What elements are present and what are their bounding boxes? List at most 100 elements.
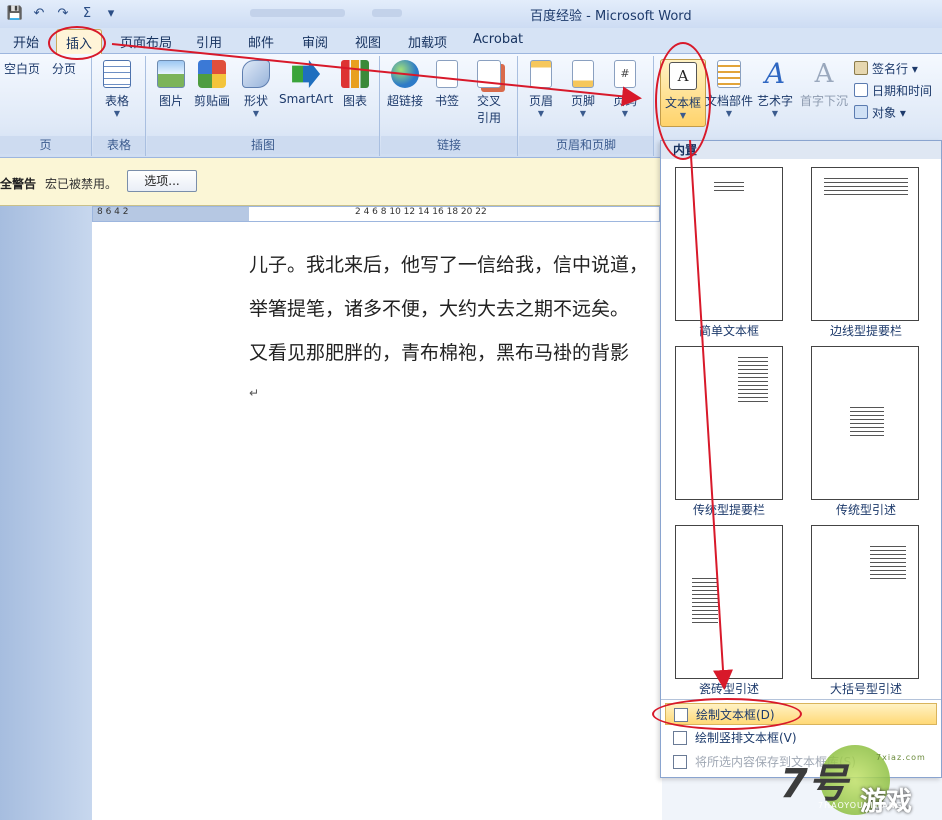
draw-vertical-textbox-label: 绘制竖排文本框(V) [695, 731, 797, 745]
gallery-label: 瓷砖型引述 [698, 682, 759, 696]
watermark-site: 7xiaz.com [876, 753, 926, 762]
cross-reference-button[interactable]: 交叉 引用 [477, 60, 501, 126]
object-icon [854, 105, 868, 119]
group-label: 链接 [381, 136, 517, 154]
gallery-item-traditional-quote[interactable] [811, 346, 919, 500]
gallery-label: 传统型提要栏 [692, 503, 765, 517]
title-bar: 💾 ↶ ↷ Σ ▾ 百度经验 - Microsoft Word [0, 0, 942, 28]
smartart-label: SmartArt [279, 92, 334, 106]
bookmark-label: 书签 [435, 94, 460, 108]
object-button[interactable]: 对象 ▾ [854, 104, 906, 121]
window-title: 百度经验 - Microsoft Word [530, 9, 692, 24]
date-time-button[interactable]: 日期和时间 [854, 82, 932, 99]
thumb-lines [738, 357, 768, 402]
sum-icon[interactable]: Σ [78, 5, 96, 23]
annotation-ring-draw-textbox [652, 698, 802, 730]
gallery-item-simple[interactable] [675, 167, 783, 321]
dropcap-label: 首字下沉 [800, 94, 849, 108]
date-time-label: 日期和时间 [872, 84, 933, 98]
undo-icon[interactable]: ↶ [30, 5, 48, 23]
gallery-item-traditional-sidebar[interactable] [675, 346, 783, 500]
table-label: 表格 [104, 94, 129, 108]
save-icon[interactable]: 💾 [6, 5, 24, 23]
hyperlink-label: 超链接 [387, 94, 424, 108]
horizontal-ruler[interactable]: 8 6 4 2 2 4 6 8 10 12 14 16 18 20 22 [92, 206, 660, 222]
thumb-lines [824, 178, 908, 196]
chevron-down-icon: ▼ [771, 109, 779, 118]
gallery-item-sidebar[interactable] [811, 167, 919, 321]
tab-page-layout[interactable]: 页面布局 [120, 32, 172, 51]
bookmark-icon [436, 60, 458, 88]
picture-button[interactable]: 图片 [157, 60, 185, 109]
chevron-down-icon: ▼ [113, 109, 121, 118]
thumb-lines [850, 407, 884, 437]
annotation-ring-textbox [655, 42, 711, 160]
tab-view[interactable]: 视图 [355, 32, 381, 51]
cross-reference-label-2: 引用 [477, 111, 502, 125]
tab-mailings[interactable]: 邮件 [248, 32, 274, 51]
options-button[interactable]: 选项... [127, 170, 197, 192]
page-break-label: 分页 [52, 62, 77, 76]
tab-references[interactable]: 引用 [196, 32, 222, 51]
shapes-icon [242, 60, 270, 88]
signature-line-button[interactable]: 签名行 ▾ [854, 60, 918, 77]
vertical-textbox-icon [673, 731, 687, 745]
site-watermark: 7号 游戏 7HAOYOUXIWANG 7xiaz.com [780, 745, 940, 820]
security-warning: 全警告 [0, 177, 37, 191]
customize-icon[interactable]: ▾ [102, 5, 120, 23]
document-line: 儿子。我北来后，他写了一信给我，信中说道， [249, 254, 649, 276]
tab-acrobat[interactable]: Acrobat [473, 32, 523, 47]
ruler-right-ticks: 2 4 6 8 10 12 14 16 18 20 22 [355, 207, 487, 217]
gallery-label: 简单文本框 [698, 324, 759, 338]
tab-review[interactable]: 审阅 [302, 32, 328, 51]
group-links: 超链接 书签 交叉 引用 链接 [381, 56, 518, 156]
chevron-down-icon: ▼ [725, 109, 733, 118]
page-break-button[interactable]: 分页 [52, 60, 166, 310]
header-button[interactable]: 页眉 ▼ [529, 60, 553, 118]
dropcap-button[interactable]: A 首字下沉 [800, 60, 848, 109]
table-button[interactable]: 表格 ▼ [103, 60, 131, 118]
bookmark-button[interactable]: 书签 [435, 60, 459, 109]
gallery-item-brace-quote[interactable] [811, 525, 919, 679]
document-page[interactable]: 儿子。我北来后，他写了一信给我，信中说道， 举箸提笔，诸多不便，大约大去之期不远… [92, 222, 662, 820]
shapes-button[interactable]: 形状 ▼ [242, 60, 270, 118]
wordart-label: 艺术字 [757, 94, 794, 108]
page-number-button[interactable]: # 页码 ▼ [613, 60, 637, 118]
calendar-icon [854, 83, 868, 97]
chevron-down-icon: ▼ [537, 109, 545, 118]
tab-addins[interactable]: 加载项 [408, 32, 447, 51]
tab-home[interactable]: 开始 [13, 32, 39, 51]
thumb-lines [870, 546, 906, 580]
smartart-button[interactable]: SmartArt [279, 60, 333, 106]
footer-label: 页脚 [571, 94, 596, 108]
group-pages: 空白页 分页 页 [0, 56, 166, 310]
redo-icon[interactable]: ↷ [54, 5, 72, 23]
save-selection-icon [673, 755, 687, 769]
gallery-item-tile-quote[interactable] [675, 525, 783, 679]
thumb-lines [714, 182, 744, 194]
hyperlink-button[interactable]: 超链接 [387, 60, 423, 109]
watermark-pinyin: 7HAOYOUXIWANG [818, 801, 903, 810]
blurred-region [372, 9, 402, 17]
wordart-button[interactable]: A 艺术字 ▼ [757, 57, 794, 119]
cover-page-button[interactable]: 空白页 [4, 60, 118, 310]
smartart-icon [292, 60, 321, 88]
annotation-ring-insert-tab [48, 26, 106, 60]
wordart-icon: A [764, 57, 786, 90]
gallery-label: 传统型引述 [835, 503, 896, 517]
document-line: 举箸提笔，诸多不便，大约大去之期不远矣。 [249, 298, 630, 320]
signature-icon [854, 61, 868, 75]
document-line: 又看见那肥胖的，青布棉袍，黑布马褂的背影 [249, 342, 630, 364]
footer-button[interactable]: 页脚 ▼ [571, 60, 595, 118]
ruler-left-ticks: 8 6 4 2 [97, 207, 129, 217]
chevron-down-icon: ▼ [621, 109, 629, 118]
quick-parts-button[interactable]: 文档部件 ▼ [705, 60, 753, 118]
group-tables: 表格 ▼ 表格 [93, 56, 146, 156]
clipart-button[interactable]: 剪贴画 [194, 60, 230, 109]
chart-button[interactable]: 图表 [341, 60, 369, 109]
cross-reference-label: 交叉 [477, 94, 502, 108]
clipart-label: 剪贴画 [194, 94, 231, 108]
page-number-icon: # [614, 60, 636, 88]
security-message-bar: 全警告 宏已被禁用。 选项... [0, 158, 662, 206]
watermark-brand: 游戏 [860, 787, 913, 817]
